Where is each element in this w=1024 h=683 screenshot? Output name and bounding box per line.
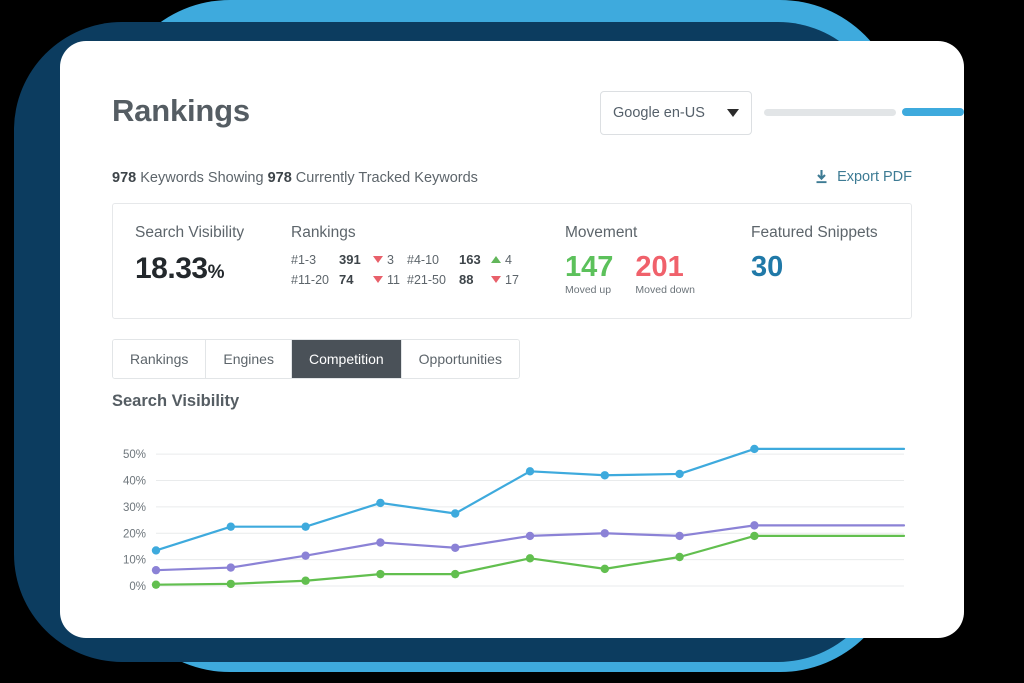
triangle-up-icon: [491, 256, 501, 263]
tab-engines[interactable]: Engines: [206, 340, 292, 378]
screenshot-stage: Rankings Google en-US 978 Keywords Showi…: [0, 0, 1024, 683]
chart-data-point[interactable]: [600, 529, 609, 538]
chart-data-point[interactable]: [151, 580, 161, 589]
rank-delta: 11: [373, 273, 407, 287]
engine-select[interactable]: Google en-US: [600, 91, 752, 135]
stat-rankings: Rankings #1-3 391 3 #4-10 163 4 #11-20 74 11 #21-…: [291, 224, 525, 287]
summary-text-mid: Keywords Showing: [136, 170, 268, 186]
dashboard-card: Rankings Google en-US 978 Keywords Showi…: [60, 41, 964, 638]
moved-up-caption: Moved up: [565, 284, 612, 297]
keyword-summary-text: 978 Keywords Showing 978 Currently Track…: [112, 170, 478, 186]
chart-data-point[interactable]: [675, 469, 684, 479]
rank-range: #4-10: [407, 252, 439, 267]
y-axis-tick-label: 20%: [123, 528, 146, 540]
chart-data-point[interactable]: [750, 521, 759, 530]
rank-count: 163: [459, 252, 481, 267]
chart-data-point[interactable]: [750, 444, 759, 454]
search-visibility-number: 18.33: [135, 252, 208, 285]
rank-count: 74: [339, 272, 354, 287]
chart-data-point[interactable]: [226, 563, 235, 572]
stat-featured-snippets: Featured Snippets 30: [751, 224, 878, 282]
rank-range: #1-3: [291, 252, 317, 267]
chart-data-point[interactable]: [151, 565, 161, 575]
chart-data-point[interactable]: [376, 569, 385, 579]
progress-indicator: [902, 108, 964, 116]
tab-competition[interactable]: Competition: [291, 340, 402, 378]
chart-data-point[interactable]: [301, 522, 310, 531]
chart-data-point[interactable]: [675, 552, 684, 562]
moved-down-caption: Moved down: [635, 284, 695, 297]
chart-data-point[interactable]: [451, 543, 460, 552]
chart-data-point[interactable]: [600, 564, 609, 574]
chart-data-point[interactable]: [301, 551, 310, 560]
stats-card: Search Visibility 18.33% Rankings #1-3 39…: [112, 203, 912, 319]
moved-down-value: 201: [635, 251, 684, 283]
rank-delta-value: 17: [505, 272, 519, 287]
chevron-down-icon: [727, 109, 739, 117]
triangle-down-icon: [373, 276, 383, 283]
y-axis-tick-label: 10%: [123, 555, 146, 567]
tracked-count: 978: [267, 170, 292, 186]
chart-data-point[interactable]: [451, 569, 460, 579]
summary-text-end: Currently Tracked Keywords: [291, 170, 478, 186]
chart-data-point[interactable]: [226, 522, 235, 531]
search-visibility-label: Search Visibility: [135, 224, 245, 241]
chart-title: Search Visibility: [112, 392, 240, 410]
chart-data-point[interactable]: [525, 554, 535, 563]
featured-snippets-label: Featured Snippets: [751, 224, 878, 241]
engine-select-value: Google en-US: [613, 105, 705, 121]
stat-movement: Movement 147 Moved up 201 Moved down: [565, 224, 695, 296]
showing-count: 978: [112, 170, 137, 186]
rank-delta-value: 3: [387, 252, 394, 267]
movement-down: 201 Moved down: [635, 251, 695, 297]
chart-data-point[interactable]: [600, 471, 609, 480]
progress-track: [764, 109, 896, 116]
tab-rankings[interactable]: Rankings: [113, 340, 207, 378]
chart-svg: 0% 10% 20% 30% 40% 50%: [123, 444, 906, 593]
rankings-label: Rankings: [291, 224, 356, 241]
page-title: Rankings: [112, 93, 250, 128]
chart-data-point[interactable]: [376, 538, 385, 547]
download-icon: [814, 169, 829, 185]
search-visibility-value: 18.33%: [135, 252, 244, 286]
rank-delta: 17: [491, 273, 525, 287]
rank-delta-value: 11: [387, 272, 400, 287]
export-pdf-button[interactable]: Export PDF: [814, 169, 912, 185]
moved-up-value: 147: [565, 251, 614, 283]
search-visibility-unit: %: [207, 262, 225, 283]
movement-label: Movement: [565, 224, 638, 241]
rank-count: 88: [459, 272, 474, 287]
chart-data-point[interactable]: [151, 546, 161, 555]
chart-data-point[interactable]: [675, 531, 684, 541]
chart-data-point[interactable]: [301, 576, 310, 585]
rank-count: 391: [339, 252, 361, 267]
featured-snippets-value: 30: [751, 251, 784, 283]
chart-data-point[interactable]: [451, 509, 460, 518]
rank-delta: 4: [491, 253, 525, 267]
triangle-down-icon: [491, 276, 501, 283]
chart-data-point[interactable]: [525, 531, 535, 541]
y-axis-tick-label: 50%: [123, 449, 146, 461]
y-axis-tick-label: 0%: [129, 581, 146, 593]
rank-range: #21-50: [407, 272, 446, 287]
rank-range: #11-20: [291, 272, 329, 287]
tab-bar[interactable]: Rankings Engines Competition Opportunities: [112, 339, 520, 379]
stat-search-visibility: Search Visibility 18.33%: [135, 224, 244, 286]
rank-delta-value: 4: [505, 252, 512, 267]
search-visibility-chart: 0% 10% 20% 30% 40% 50%: [112, 421, 912, 606]
export-pdf-label: Export PDF: [837, 169, 912, 185]
rank-delta: 3: [373, 253, 407, 267]
triangle-down-icon: [373, 256, 383, 263]
movement-up: 147 Moved up: [565, 251, 614, 297]
chart-data-point[interactable]: [376, 498, 385, 508]
y-axis-tick-label: 30%: [123, 502, 146, 514]
page-header: Rankings Google en-US: [112, 87, 964, 147]
keyword-summary-row: 978 Keywords Showing 978 Currently Track…: [112, 169, 912, 193]
rankings-grid: #1-3 391 3 #4-10 163 4 #11-20 74 11 #21-50 88 17: [291, 252, 525, 287]
chart-data-point[interactable]: [226, 579, 235, 589]
chart-data-point[interactable]: [750, 531, 759, 541]
chart-data-point[interactable]: [525, 467, 535, 476]
tab-opportunities[interactable]: Opportunities: [401, 340, 519, 378]
y-axis-tick-label: 40%: [123, 476, 146, 488]
